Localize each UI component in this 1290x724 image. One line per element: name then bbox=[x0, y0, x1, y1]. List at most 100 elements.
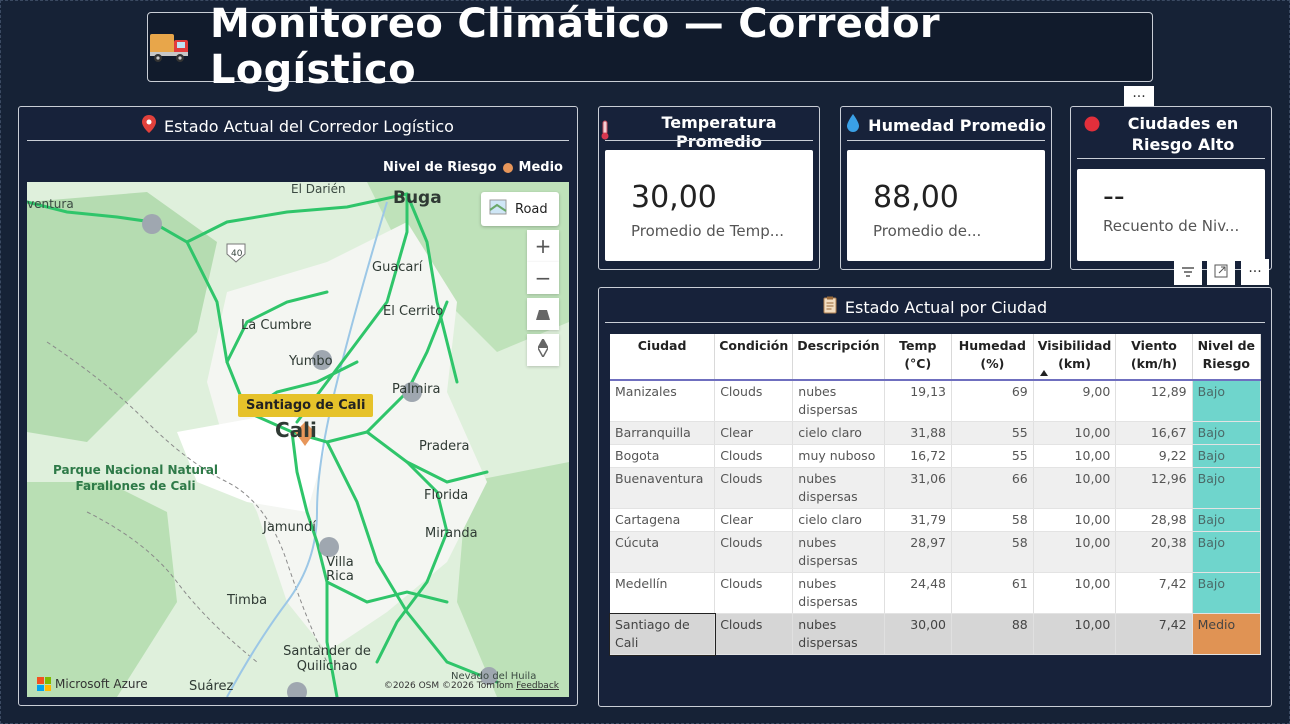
map-label-buga: Buga bbox=[393, 188, 442, 208]
cell-visibility: 10,00 bbox=[1033, 572, 1117, 614]
cell-visibility: 9,00 bbox=[1033, 380, 1117, 422]
col-header-condicion[interactable]: Condición bbox=[714, 334, 794, 380]
cell-risk: Bajo bbox=[1192, 380, 1262, 422]
table-row[interactable]: Buenaventura Clouds nubes dispersas 31,06 66… bbox=[610, 467, 1262, 509]
expand-icon bbox=[1214, 263, 1228, 282]
cell-city: Barranquilla bbox=[610, 421, 716, 445]
risk-legend: Nivel de Riesgo Medio bbox=[383, 160, 563, 175]
cell-temp: 31,06 bbox=[884, 467, 952, 509]
city-table-divider bbox=[605, 322, 1265, 323]
cell-temp: 24,48 bbox=[884, 572, 952, 614]
cell-wind: 7,42 bbox=[1115, 572, 1193, 614]
map-label-park-line1: Parque Nacional Natural bbox=[53, 463, 219, 477]
city-table-title: Estado Actual por Ciudad bbox=[599, 296, 1271, 318]
high-risk-card[interactable]: Ciudades en Riesgo Alto -- Recuento de N… bbox=[1070, 106, 1272, 270]
cell-humidity: 55 bbox=[951, 421, 1034, 445]
map-label-santander: Santander de Quilichao bbox=[283, 644, 371, 674]
high-risk-card-title: Ciudades en Riesgo Alto bbox=[1071, 113, 1271, 155]
zoom-out-button[interactable]: − bbox=[527, 262, 559, 294]
table-more-options-button[interactable]: ··· bbox=[1241, 259, 1269, 285]
high-risk-value: -- bbox=[1103, 179, 1125, 214]
map-label-ventura: ventura bbox=[27, 197, 74, 211]
table-row[interactable]: Medellín Clouds nubes dispersas 24,48 61 10,0… bbox=[610, 572, 1262, 614]
zoom-in-button[interactable]: + bbox=[527, 230, 559, 262]
risk-legend-value: Medio bbox=[518, 160, 563, 175]
cell-city: Cúcuta bbox=[610, 531, 716, 573]
table-filter-button[interactable] bbox=[1174, 259, 1202, 285]
cell-risk: Bajo bbox=[1192, 508, 1262, 532]
cell-temp: 31,79 bbox=[884, 508, 952, 532]
map-label-la-cumbre: La Cumbre bbox=[241, 318, 312, 333]
risk-legend-dot bbox=[502, 162, 513, 173]
high-risk-subtitle: Recuento de Niv... bbox=[1103, 217, 1240, 235]
table-row[interactable]: Bogota Clouds muy nuboso 16,72 55 10,00 9,22 Ba… bbox=[610, 444, 1262, 468]
table-row[interactable]: Santiago de Cali Clouds nubes dispersas 30,… bbox=[609, 612, 1262, 656]
cell-description: cielo claro bbox=[792, 421, 885, 445]
city-table-title-text: Estado Actual por Ciudad bbox=[844, 297, 1048, 317]
cell-condition: Clouds bbox=[714, 531, 794, 573]
map-panel[interactable]: Estado Actual del Corredor Logístico Niv… bbox=[18, 106, 578, 706]
table-header-row: Ciudad Condición Descripción Temp (°C) H… bbox=[610, 334, 1262, 380]
feedback-link[interactable]: Feedback bbox=[516, 681, 559, 691]
table-body: Manizales Clouds nubes dispersas 19,13 69 9,0… bbox=[609, 380, 1262, 656]
risk-legend-label: Nivel de Riesgo bbox=[383, 160, 497, 175]
map-label-timba: Timba bbox=[227, 593, 268, 608]
map-label-miranda: Miranda bbox=[425, 526, 478, 541]
table-row[interactable]: Cartagena Clear cielo claro 31,79 58 10,00 28,… bbox=[610, 508, 1262, 532]
cell-description: nubes dispersas bbox=[792, 380, 885, 422]
table-row[interactable]: Barranquilla Clear cielo claro 31,88 55 10,00… bbox=[610, 421, 1262, 445]
map-canvas[interactable]: ventura El Darién Buga 40 Guacarí La Cum… bbox=[27, 182, 569, 697]
col-header-riesgo[interactable]: Nivel de Riesgo bbox=[1192, 334, 1262, 380]
tilt-button[interactable] bbox=[527, 298, 559, 330]
cell-wind: 9,22 bbox=[1115, 444, 1193, 468]
col-header-descripcion[interactable]: Descripción bbox=[792, 334, 885, 380]
cell-temp: 30,00 bbox=[884, 613, 952, 655]
cell-description: cielo claro bbox=[792, 508, 885, 532]
table-row[interactable]: Manizales Clouds nubes dispersas 19,13 69 9,0… bbox=[610, 380, 1262, 422]
map-label-suarez: Suárez bbox=[189, 679, 234, 694]
map-label-florida: Florida bbox=[424, 488, 469, 503]
map-style-button[interactable]: Road bbox=[481, 192, 559, 226]
col-header-visibilidad-text: Visibilidad (km) bbox=[1037, 338, 1112, 371]
cell-city: Bogota bbox=[610, 444, 716, 468]
high-risk-card-divider bbox=[1077, 158, 1265, 159]
droplet-icon bbox=[846, 113, 860, 137]
cell-visibility: 10,00 bbox=[1033, 508, 1117, 532]
col-header-ciudad[interactable]: Ciudad bbox=[610, 334, 716, 380]
map-label-road-40: 40 bbox=[231, 249, 243, 259]
cell-humidity: 61 bbox=[951, 572, 1034, 614]
cell-temp: 19,13 bbox=[884, 380, 952, 422]
clipboard-icon bbox=[823, 296, 837, 318]
humidity-card-divider bbox=[847, 140, 1045, 141]
col-header-temp[interactable]: Temp (°C) bbox=[884, 334, 952, 380]
map-label-park: Parque Nacional Natural Farallones de Ca… bbox=[53, 462, 218, 494]
high-risk-card-body: -- Recuento de Niv... bbox=[1077, 169, 1265, 261]
cell-risk: Bajo bbox=[1192, 421, 1262, 445]
compass-button[interactable] bbox=[527, 334, 559, 366]
temperature-card-title-text: Temperatura Promedio bbox=[661, 113, 777, 151]
map-title-text: Estado Actual del Corredor Logístico bbox=[164, 116, 454, 136]
temperature-card-body: 30,00 Promedio de Temp... bbox=[605, 150, 813, 261]
temperature-value: 30,00 bbox=[631, 180, 717, 215]
azure-text: Microsoft Azure bbox=[55, 677, 148, 691]
humidity-card[interactable]: Humedad Promedio 88,00 Promedio de... bbox=[840, 106, 1052, 270]
humidity-subtitle: Promedio de... bbox=[873, 222, 982, 240]
table-row[interactable]: Cúcuta Clouds nubes dispersas 28,97 58 10,00 2… bbox=[610, 531, 1262, 573]
cell-wind: 7,42 bbox=[1115, 613, 1193, 655]
temperature-card[interactable]: Temperatura Promedio 30,00 Promedio de T… bbox=[598, 106, 820, 270]
col-header-humedad[interactable]: Humedad (%) bbox=[951, 334, 1034, 380]
risk-card-more-options[interactable]: ··· bbox=[1124, 86, 1154, 108]
table-focus-mode-button[interactable] bbox=[1207, 259, 1235, 285]
map-style-label: Road bbox=[515, 201, 548, 217]
city-table-panel[interactable]: Estado Actual por Ciudad Ciudad Condició… bbox=[598, 287, 1272, 707]
cell-temp: 28,97 bbox=[884, 531, 952, 573]
col-header-viento[interactable]: Viento (km/h) bbox=[1115, 334, 1193, 380]
cell-city: Manizales bbox=[610, 380, 716, 422]
compass-icon bbox=[537, 337, 549, 362]
col-header-visibilidad[interactable]: Visibilidad (km) bbox=[1033, 334, 1117, 380]
map-tooltip: Santiago de Cali bbox=[238, 394, 374, 417]
cell-description: muy nuboso bbox=[792, 444, 885, 468]
truck-icon bbox=[148, 30, 192, 64]
cell-condition: Clouds bbox=[714, 572, 794, 614]
sort-ascending-icon bbox=[1039, 370, 1048, 376]
